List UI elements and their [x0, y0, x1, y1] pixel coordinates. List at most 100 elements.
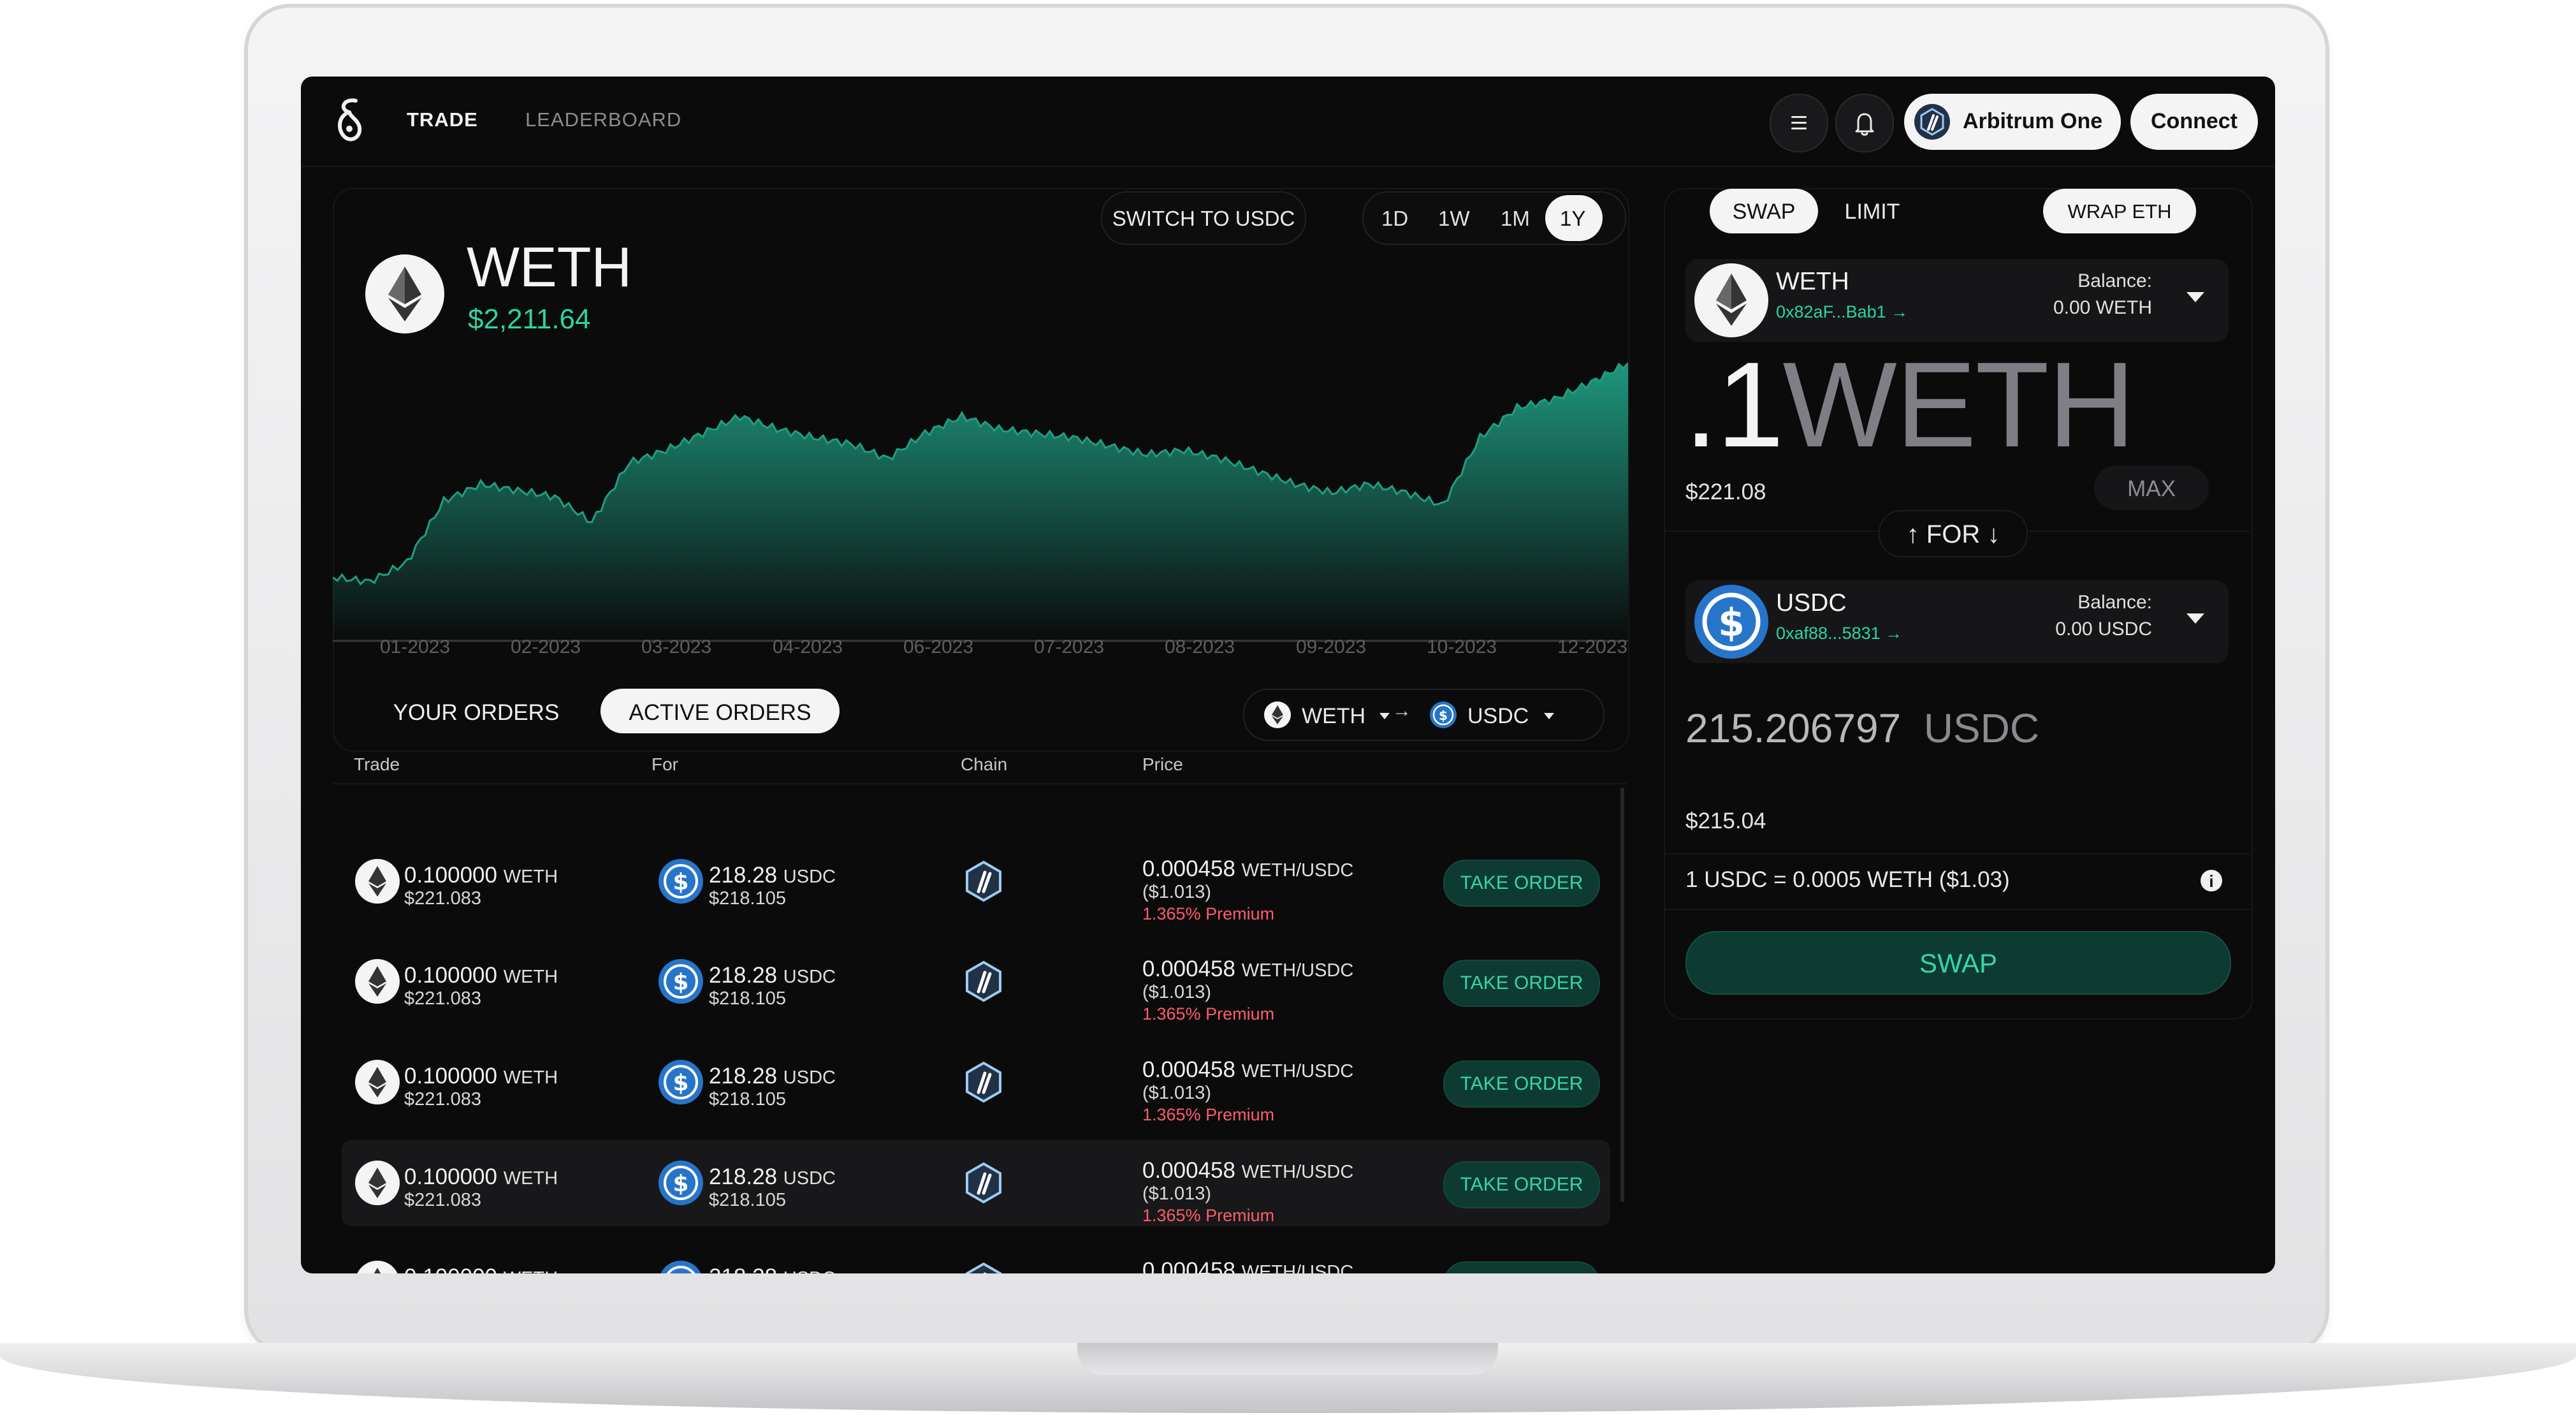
max-label: MAX [2127, 476, 2176, 501]
tab-active-orders[interactable]: ACTIVE ORDERS [600, 689, 840, 733]
for-symbol: USDC [783, 1268, 836, 1273]
svg-text:$: $ [673, 1171, 688, 1197]
order-row[interactable]: 0.100000 WETH$221.083$218.28 USDC$218.10… [342, 939, 1610, 1025]
trade-usd: $221.083 [404, 1089, 481, 1110]
laptop-notch [1077, 1343, 1498, 1375]
svg-text:$: $ [673, 1271, 688, 1273]
price-number: 0.000458 [1142, 1057, 1235, 1082]
caret-down-icon [2187, 613, 2204, 624]
take-order-button[interactable]: TAKE ORDER [1443, 1060, 1600, 1108]
trade-symbol: WETH [503, 967, 558, 987]
notifications-button[interactable] [1835, 94, 1894, 152]
for-symbol: USDC [783, 967, 836, 987]
arbitrum-chain-icon [961, 1160, 1007, 1209]
output-usd-value: $215.04 [1685, 809, 1766, 833]
x-tick: 04-2023 [773, 636, 843, 657]
trade-amount: 0.100000 WETH [404, 1064, 558, 1089]
order-row[interactable]: 0.100000 WETH$221.083$218.28 USDC$218.10… [342, 839, 1610, 925]
rate-divider-top [1665, 853, 2250, 854]
output-unit: USDC [1923, 705, 2040, 751]
bell-icon [1855, 113, 1874, 136]
for-amount: 218.28 USDC [709, 1265, 836, 1273]
swap-submit-button[interactable]: SWAP [1685, 931, 2231, 995]
range-1d[interactable]: 1D [1381, 207, 1408, 231]
usdc-token-icon: $ [658, 1160, 704, 1209]
for-amount-value: 218.28 [709, 1064, 778, 1089]
svg-text:$: $ [1718, 601, 1745, 645]
premium-label: 1.365% Premium [1142, 1206, 1275, 1225]
to-token-address[interactable]: 0xaf88...5831 → [1776, 624, 1902, 643]
input-usd-value: $221.08 [1685, 480, 1766, 504]
col-header-price: Price [1142, 754, 1183, 774]
max-button[interactable]: MAX [2094, 466, 2209, 510]
brand-logo-icon[interactable] [330, 96, 368, 147]
range-1m[interactable]: 1M [1501, 207, 1530, 231]
tab-your-orders[interactable]: YOUR ORDERS [371, 689, 581, 733]
for-amount-value: 218.28 [709, 1265, 777, 1273]
to-token-selector[interactable]: $ USDC 0xaf88...5831 → Balance: 0.00 USD… [1685, 580, 2229, 663]
tab-swap[interactable]: SWAP [1710, 189, 1818, 233]
pair-from-dropdown[interactable]: WETH [1263, 699, 1390, 731]
arrow-right-icon: → [1392, 700, 1411, 721]
x-tick: 08-2023 [1165, 636, 1235, 657]
flip-direction-button[interactable]: ↑ FOR ↓ [1879, 510, 2028, 557]
from-token-address[interactable]: 0x82aF...Bab1 → [1776, 302, 1908, 322]
range-1y[interactable]: 1Y [1560, 207, 1585, 231]
take-order-label: TAKE ORDER [1460, 972, 1583, 993]
usdc-token-icon: $ [658, 958, 704, 1008]
swap-submit-label: SWAP [1919, 948, 1998, 978]
tab-your-orders-label: YOUR ORDERS [393, 700, 560, 725]
take-order-button[interactable]: TAKE ORDER [1443, 1261, 1600, 1273]
hamburger-menu-icon [1791, 116, 1807, 129]
from-balance-label: Balance: [2078, 270, 2152, 291]
arbitrum-icon [1914, 104, 1950, 140]
price-pair: WETH/USDC [1241, 1262, 1354, 1273]
swap-output-amount: 215.206797 USDC [1685, 705, 2039, 752]
svg-text:$: $ [673, 969, 688, 995]
orders-scrollbar[interactable] [1620, 788, 1624, 1202]
trade-symbol: WETH [503, 1168, 558, 1189]
price-pair: WETH/USDC [1241, 960, 1354, 981]
swap-input-amount[interactable]: .1WETH [1684, 344, 2136, 466]
wrap-eth-button[interactable]: WRAP ETH [2043, 189, 2196, 233]
order-row[interactable]: 0.100000 WETH$221.083$218.28 USDC$218.10… [342, 1140, 1610, 1226]
usdc-token-icon: $ [1430, 701, 1457, 728]
price-value: 0.000458 WETH/USDC [1142, 856, 1353, 882]
top-navigation: TRADE LEADERBOARD Arbitrum One Connect [301, 77, 2275, 167]
switch-label: SWITCH TO USDC [1112, 207, 1295, 230]
from-token-selector[interactable]: WETH 0x82aF...Bab1 → Balance: 0.00 WETH [1685, 259, 2229, 342]
take-order-button[interactable]: TAKE ORDER [1443, 860, 1600, 907]
tab-limit[interactable]: LIMIT [1818, 189, 1926, 233]
for-usd: $218.105 [709, 888, 786, 909]
info-icon[interactable]: i [2201, 870, 2222, 891]
order-row[interactable]: 0.100000 WETH$221.083$218.28 USDC$218.10… [342, 1240, 1610, 1273]
pair-from-label: WETH [1302, 704, 1366, 728]
usdc-token-icon: $ [1694, 585, 1768, 659]
usdc-token-icon: $ [658, 858, 704, 907]
trade-amount-value: 0.100000 [404, 1265, 497, 1273]
x-tick: 12-2023 [1557, 636, 1628, 657]
network-selector[interactable]: Arbitrum One [1904, 94, 2121, 150]
info-glyph: i [2209, 872, 2214, 891]
connect-wallet-button[interactable]: Connect [2130, 94, 2258, 150]
take-order-button[interactable]: TAKE ORDER [1443, 1161, 1600, 1208]
trade-amount: 0.100000 WETH [404, 863, 558, 888]
nav-trade[interactable]: TRADE [407, 108, 478, 131]
order-row[interactable]: 0.100000 WETH$221.083$218.28 USDC$218.10… [342, 1039, 1610, 1125]
range-1w[interactable]: 1W [1438, 207, 1470, 231]
wrap-eth-label: WRAP ETH [2067, 200, 2172, 223]
from-balance-value: 0.00 WETH [2053, 297, 2152, 318]
take-order-button[interactable]: TAKE ORDER [1443, 960, 1600, 1007]
for-usd: $218.105 [709, 1190, 786, 1210]
price-pair: WETH/USDC [1241, 1061, 1354, 1081]
arbitrum-chain-icon [961, 958, 1007, 1008]
menu-button[interactable] [1770, 94, 1828, 152]
switch-to-usdc-button[interactable]: SWITCH TO USDC [1101, 191, 1306, 245]
trade-amount-value: 0.100000 [404, 1164, 497, 1189]
tab-limit-label: LIMIT [1844, 200, 1900, 224]
pair-selector: WETH → $ USDC [1243, 689, 1605, 741]
weth-token-icon [1264, 701, 1291, 728]
trade-usd: $221.083 [404, 1190, 481, 1210]
pair-to-dropdown[interactable]: $ USDC [1429, 699, 1563, 731]
nav-leaderboard[interactable]: LEADERBOARD [525, 108, 681, 131]
